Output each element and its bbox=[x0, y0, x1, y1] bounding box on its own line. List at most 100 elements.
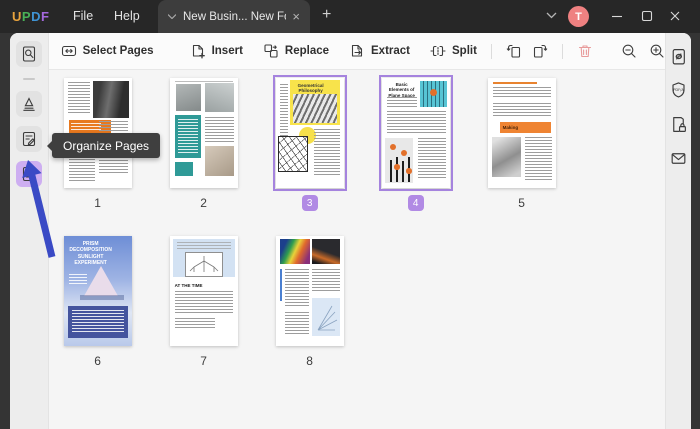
sidebar-item-protect[interactable] bbox=[667, 113, 689, 135]
split-label: Split bbox=[452, 45, 477, 57]
page-7-heading: AT THE TIME bbox=[175, 283, 203, 288]
page-cell-8: 8 bbox=[276, 236, 344, 370]
art-block bbox=[492, 137, 521, 177]
organize-pages-tooltip: Organize Pages bbox=[52, 133, 160, 158]
page-thumbnail-grid: 1 2 bbox=[49, 70, 665, 429]
svg-text:PDF/A: PDF/A bbox=[673, 88, 684, 92]
replace-button[interactable]: Replace bbox=[263, 43, 329, 59]
convert-document-icon bbox=[669, 47, 688, 66]
logo-letter: D bbox=[31, 9, 41, 24]
prism-lines-art bbox=[314, 300, 338, 334]
art-block bbox=[312, 269, 340, 293]
zoom-in-icon bbox=[649, 43, 665, 59]
page-thumbnail-7[interactable]: AT THE TIME bbox=[170, 236, 238, 346]
titlebar: UPDF File Help New Busin... New Font × +… bbox=[0, 0, 700, 33]
art-block bbox=[390, 160, 393, 182]
page-number-badge: 4 bbox=[408, 195, 424, 211]
art-block bbox=[280, 239, 310, 264]
logo-letter: U bbox=[12, 9, 22, 24]
page-thumbnail-2[interactable] bbox=[170, 78, 238, 188]
page-number: 8 bbox=[306, 354, 313, 368]
tab-dropdown-caret-icon[interactable] bbox=[168, 14, 176, 19]
art-block bbox=[312, 239, 340, 264]
split-page-icon bbox=[430, 43, 446, 59]
split-button[interactable]: Split bbox=[430, 43, 477, 59]
sidebar-divider bbox=[23, 78, 35, 80]
art-block bbox=[493, 103, 551, 117]
rotate-left-icon bbox=[506, 43, 522, 59]
art-block bbox=[69, 159, 95, 181]
art-block bbox=[176, 84, 201, 111]
minimize-button[interactable] bbox=[611, 10, 623, 22]
art-block bbox=[314, 129, 340, 175]
page-thumbnail-4[interactable]: Basic Elements of Plane Space bbox=[382, 78, 450, 188]
page-thumbnail-5[interactable]: Making bbox=[488, 78, 556, 188]
tab-close-icon[interactable]: × bbox=[292, 9, 300, 24]
art-block bbox=[430, 89, 437, 96]
tooltip-arrow bbox=[47, 141, 52, 151]
page-thumbnail-8[interactable] bbox=[276, 236, 344, 346]
marker-icon bbox=[20, 95, 38, 113]
rotate-left-button[interactable] bbox=[506, 43, 522, 59]
sidebar-item-pdf-a[interactable]: PDF/A bbox=[667, 79, 689, 101]
window-frame: Select Pages Insert Replace Extract bbox=[0, 33, 700, 429]
art-block bbox=[387, 111, 446, 133]
page-number: 2 bbox=[200, 196, 207, 210]
art-block bbox=[493, 82, 537, 84]
trash-icon bbox=[577, 43, 593, 59]
delete-pages-button[interactable] bbox=[577, 43, 593, 59]
art-block bbox=[175, 291, 233, 313]
insert-button[interactable]: Insert bbox=[190, 43, 243, 59]
art-block bbox=[493, 87, 551, 99]
rotate-right-button[interactable] bbox=[532, 43, 548, 59]
logo-letter: P bbox=[22, 9, 31, 24]
menu-help[interactable]: Help bbox=[114, 9, 140, 23]
replace-page-icon bbox=[263, 43, 279, 59]
document-tab[interactable]: New Busin... New Font × bbox=[158, 0, 310, 33]
organize-toolbar: Select Pages Insert Replace Extract bbox=[49, 33, 665, 70]
art-block bbox=[175, 81, 233, 82]
rotate-right-icon bbox=[532, 43, 548, 59]
art-block bbox=[285, 269, 309, 307]
page-number: 1 bbox=[94, 196, 101, 210]
insert-page-icon bbox=[190, 43, 206, 59]
sidebar-item-edit[interactable] bbox=[16, 126, 42, 152]
content-area: Select Pages Insert Replace Extract bbox=[10, 33, 691, 429]
replace-label: Replace bbox=[285, 45, 329, 57]
page-thumbnail-6[interactable]: Prism Decomposition Sunlight Experiment bbox=[64, 236, 132, 346]
art-block bbox=[278, 136, 308, 172]
art-block bbox=[402, 161, 405, 182]
sidebar-item-convert[interactable] bbox=[667, 45, 689, 67]
art-block bbox=[394, 164, 400, 170]
sidebar-item-annotate[interactable] bbox=[16, 91, 42, 117]
zoom-out-button[interactable] bbox=[621, 43, 637, 59]
sidebar-item-share-mail[interactable] bbox=[667, 147, 689, 169]
page-thumbnail-3[interactable]: Geometrical Philosophy bbox=[276, 78, 344, 188]
zoom-in-button[interactable] bbox=[649, 43, 665, 59]
menu-file[interactable]: File bbox=[73, 9, 93, 23]
toolbar-separator bbox=[491, 44, 492, 59]
tab-title: New Busin... New Font bbox=[183, 11, 286, 23]
sidebar-item-search-pages[interactable] bbox=[16, 41, 42, 67]
new-tab-button[interactable]: + bbox=[322, 7, 331, 23]
page-4-title: Basic Elements of Plane Space bbox=[387, 82, 417, 98]
select-pages-button[interactable]: Select Pages bbox=[61, 43, 154, 59]
art-block bbox=[178, 119, 198, 153]
page-cell-4: Basic Elements of Plane Space bbox=[382, 78, 450, 212]
insert-label: Insert bbox=[212, 45, 243, 57]
page-number-badge: 3 bbox=[302, 195, 318, 211]
extract-button[interactable]: Extract bbox=[349, 43, 410, 59]
updf-logo: UPDF bbox=[12, 9, 49, 24]
select-pages-icon bbox=[61, 43, 77, 59]
page-6-title: Prism Decomposition Sunlight Experiment bbox=[69, 241, 113, 266]
page-5-heading: Making bbox=[503, 125, 519, 130]
close-window-button[interactable] bbox=[669, 10, 681, 22]
maximize-button[interactable] bbox=[641, 10, 653, 22]
protect-document-icon bbox=[669, 115, 688, 134]
art-block bbox=[175, 162, 193, 176]
titlebar-chevron-down-icon[interactable] bbox=[546, 12, 557, 19]
search-page-icon bbox=[20, 45, 38, 63]
user-avatar[interactable]: T bbox=[568, 6, 589, 27]
art-block bbox=[205, 83, 234, 112]
art-block bbox=[84, 266, 118, 296]
